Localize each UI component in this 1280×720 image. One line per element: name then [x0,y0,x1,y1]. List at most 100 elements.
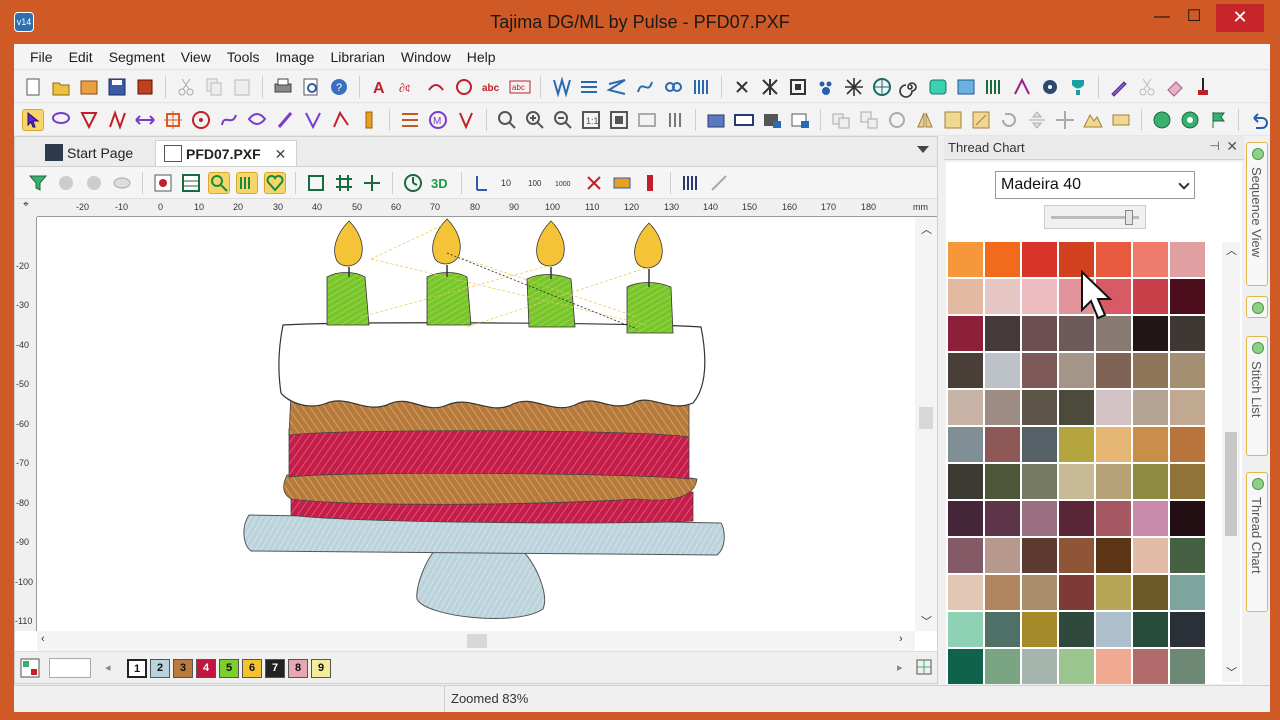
hoop-icon[interactable] [305,172,327,194]
thread-color-swatch[interactable] [1022,390,1057,425]
thread-color-swatch[interactable] [948,242,983,277]
bead-icon[interactable] [1011,76,1033,98]
horizontal-scroll-thumb[interactable] [467,634,487,648]
thread-color-swatch[interactable] [1096,464,1131,499]
thread-color-swatch[interactable] [985,501,1020,536]
mountain-icon[interactable] [1082,109,1104,131]
thread-color-swatch[interactable] [948,501,983,536]
thread-color-swatch[interactable] [1096,575,1131,610]
cross-fill-icon[interactable] [759,76,781,98]
canvas-horizontal-scrollbar[interactable]: ‹ › [37,631,915,651]
grid-icon[interactable] [333,172,355,194]
thread-color-swatch[interactable] [985,649,1020,684]
thread-color-swatch[interactable] [1022,649,1057,684]
filter-icon[interactable] [27,172,49,194]
vertical-scroll-thumb[interactable] [919,407,933,429]
color-swatch-5[interactable]: 5 [219,659,239,678]
thread-color-swatch[interactable] [1022,353,1057,388]
machine-icon[interactable] [705,109,727,131]
disk-export-icon[interactable] [789,109,811,131]
go-first-stitch-icon[interactable] [471,172,493,194]
stitch-view-icon[interactable] [236,171,258,194]
palette-icon[interactable] [19,657,41,679]
sequence-icon[interactable] [399,109,421,131]
trophy-icon[interactable] [1067,76,1089,98]
stitch-edit-icon[interactable] [330,109,352,131]
thread-color-swatch[interactable] [1170,427,1205,462]
thread-color-swatch[interactable] [1170,242,1205,277]
scroll-down-icon[interactable]: ﹀ [921,613,932,629]
thread-color-swatch[interactable] [1133,464,1168,499]
step-100-icon[interactable]: 100 [527,172,549,194]
colorbar-next-icon[interactable]: ▸ [897,661,903,674]
pencil-icon[interactable] [1108,76,1130,98]
thread-catalog-select[interactable]: Madeira 40 [995,171,1195,199]
thread-color-swatch[interactable] [1170,353,1205,388]
panel-close-button[interactable]: ✕ [1226,138,1238,155]
center-all-icon[interactable] [1054,109,1076,131]
view-hoop-icon[interactable] [636,109,658,131]
thread-color-swatch[interactable] [1170,390,1205,425]
rotate-center-icon[interactable] [190,109,212,131]
stretch-all-icon[interactable] [162,109,184,131]
thread-color-swatch[interactable] [1059,575,1094,610]
wheel-icon[interactable] [871,76,893,98]
print-icon[interactable] [272,76,294,98]
envelope-tool-icon[interactable] [246,109,268,131]
thread-color-swatch[interactable] [1170,649,1205,684]
lettering-icon[interactable]: A [369,76,391,98]
loop-icon[interactable] [662,76,684,98]
thread-color-swatch[interactable] [1170,316,1205,351]
thread-color-swatch[interactable] [985,538,1020,573]
select-arrow-icon[interactable] [22,108,44,131]
show-artwork-icon[interactable] [152,172,174,194]
zoom-selection-icon[interactable] [208,171,230,194]
abc-text-icon[interactable]: abc [481,76,503,98]
color-swatch-3[interactable]: 3 [173,659,193,678]
fringe-icon[interactable] [983,76,1005,98]
thread-color-swatch[interactable] [1096,501,1131,536]
color-change-icon[interactable] [358,109,380,131]
lasso-icon[interactable] [50,109,72,131]
envelope-icon[interactable] [1110,109,1132,131]
design-canvas[interactable] [37,217,915,631]
thread-color-swatch[interactable] [1133,390,1168,425]
satin-icon[interactable] [578,76,600,98]
color-swatch-7[interactable]: 7 [265,659,285,678]
thread-color-swatch[interactable] [1022,316,1057,351]
guides-icon[interactable] [361,172,383,194]
thread-color-swatch[interactable] [1059,353,1094,388]
thread-color-swatch[interactable] [1022,464,1057,499]
cross-stitch-icon[interactable] [731,76,753,98]
flip-icon[interactable] [942,109,964,131]
thread-color-swatch[interactable] [1096,353,1131,388]
center-vertical-icon[interactable] [1026,109,1048,131]
maximize-button[interactable]: ☐ [1176,4,1212,32]
thread-color-swatch[interactable] [1022,612,1057,647]
m-icon[interactable]: M [427,109,449,131]
thread-color-swatch[interactable] [1133,427,1168,462]
thread-color-swatch[interactable] [1059,390,1094,425]
save-icon[interactable] [106,76,128,98]
thread-color-swatch[interactable] [1170,279,1205,314]
thread-color-swatch[interactable] [1022,575,1057,610]
tab-pfd07[interactable]: PFD07.PXF ✕ [155,140,298,166]
reshape-icon[interactable] [78,109,100,131]
star-icon[interactable] [843,76,865,98]
thread-color-swatch[interactable] [1133,612,1168,647]
menu-file[interactable]: File [22,44,61,70]
open-design-icon[interactable] [78,76,100,98]
thread-color-swatch[interactable] [985,390,1020,425]
eye-icon[interactable] [111,172,133,194]
new-file-icon[interactable] [22,76,44,98]
swatch-size-slider[interactable] [1044,205,1146,229]
monogram-icon[interactable]: ∂¢ [397,76,419,98]
applique-icon[interactable] [787,76,809,98]
color-swatch-4[interactable]: 4 [196,659,216,678]
mirror-icon[interactable] [914,109,936,131]
thread-color-swatch[interactable] [1133,279,1168,314]
thread-color-swatch[interactable] [985,612,1020,647]
thread-color-swatch[interactable] [1096,649,1131,684]
step-10-icon[interactable]: 10 [499,172,521,194]
thread-color-swatch[interactable] [1133,316,1168,351]
